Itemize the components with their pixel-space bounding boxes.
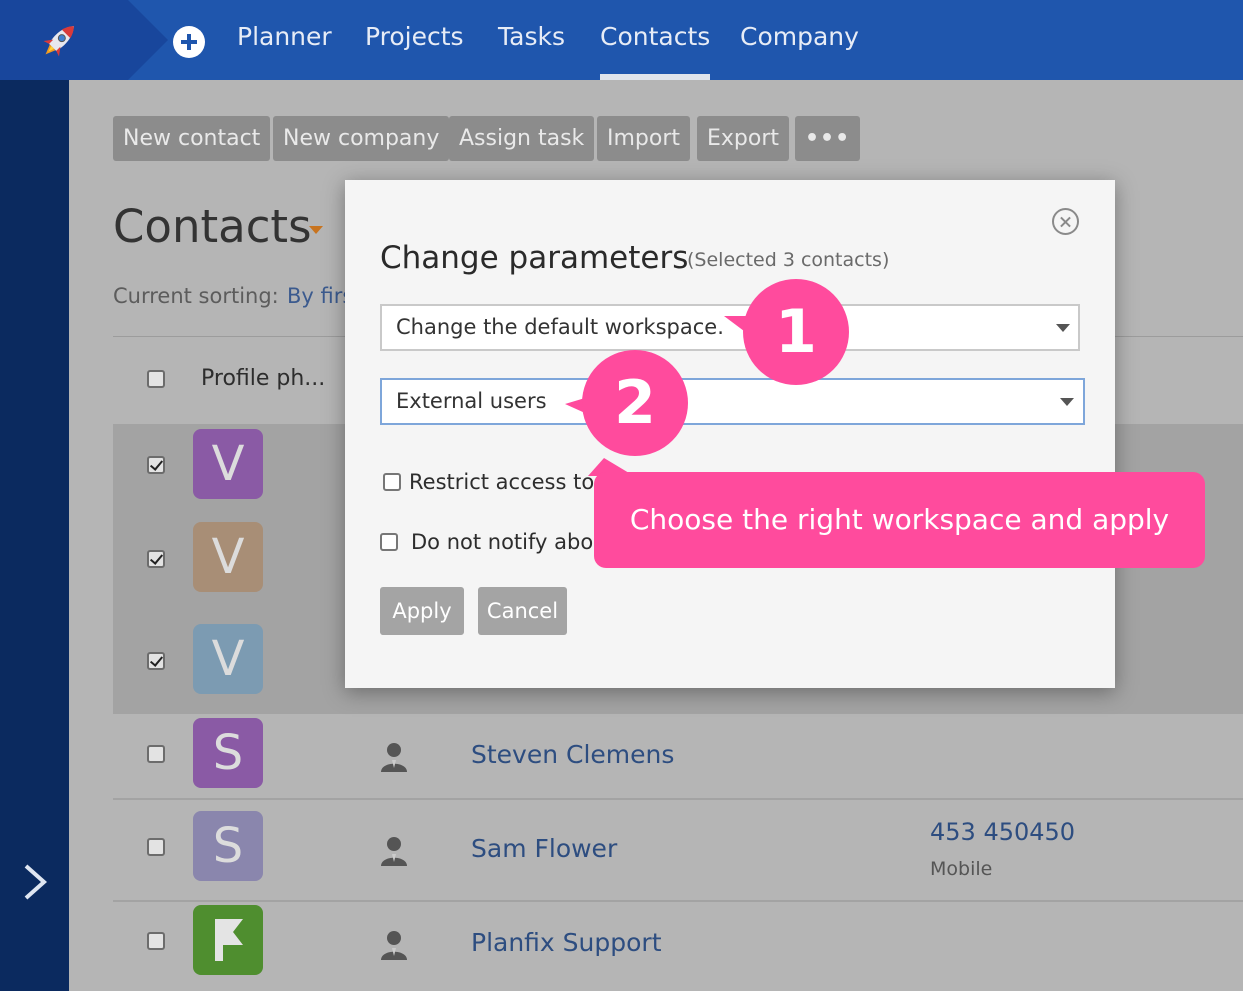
avatar: S (193, 718, 263, 788)
avatar: S (193, 811, 263, 881)
top-navigation-bar: Planner Projects Tasks Contacts Company (0, 0, 1243, 80)
nav-projects[interactable]: Projects (365, 22, 464, 62)
table-row[interactable]: S Sam Flower 453 450450 Mobile (113, 800, 1243, 902)
dialog-subtitle: (Selected 3 contacts) (687, 249, 890, 271)
dialog-title: Change parameters (380, 240, 689, 276)
cancel-button[interactable]: Cancel (478, 587, 567, 635)
change-parameters-dialog: Change parameters (Selected 3 contacts) … (345, 180, 1115, 688)
nav-contacts[interactable]: Contacts (600, 22, 711, 80)
person-icon (381, 743, 407, 772)
table-row[interactable]: S Steven Clemens (113, 714, 1243, 800)
column-header-profile-photo: Profile ph... (201, 366, 326, 391)
do-not-notify-checkbox[interactable] (380, 533, 398, 551)
row-checkbox[interactable] (147, 838, 165, 856)
chevron-down-icon (1060, 398, 1074, 406)
do-not-notify-label: Do not notify abo (411, 530, 594, 554)
workspace-select[interactable]: External users (380, 378, 1085, 425)
close-icon[interactable] (1052, 208, 1079, 235)
nav-company[interactable]: Company (740, 22, 859, 62)
logo-area[interactable] (0, 0, 128, 80)
sorting-value-link[interactable]: By firs (287, 284, 353, 308)
import-button[interactable]: Import (597, 116, 691, 161)
avatar: V (193, 624, 263, 694)
nav-tasks[interactable]: Tasks (498, 22, 565, 62)
avatar: V (193, 522, 263, 592)
restrict-access-checkbox[interactable] (383, 473, 401, 491)
contact-name-link[interactable]: Planfix Support (471, 928, 662, 957)
chevron-right-icon[interactable] (18, 862, 52, 902)
contact-phone-type: Mobile (930, 858, 993, 880)
logo-arrow-shape (128, 0, 168, 80)
rocket-icon (43, 26, 74, 57)
chevron-down-icon (1056, 324, 1070, 332)
person-icon (381, 931, 407, 960)
select-all-checkbox[interactable] (147, 370, 165, 388)
new-contact-button[interactable]: New contact (113, 116, 271, 161)
instruction-tooltip: Choose the right workspace and apply (594, 472, 1205, 568)
export-button[interactable]: Export (697, 116, 790, 161)
restrict-access-label: Restrict access to (409, 470, 595, 494)
flag-logo-icon (215, 919, 243, 961)
row-checkbox[interactable] (147, 550, 165, 568)
table-row[interactable]: Planfix Support (113, 902, 1243, 991)
contact-name-link[interactable]: Sam Flower (471, 834, 617, 863)
person-icon (381, 837, 407, 866)
step-2-badge: 2 (582, 350, 688, 456)
action-select-value: Change the default workspace. (396, 315, 724, 339)
step-1-badge: 1 (743, 279, 849, 385)
caret-down-icon[interactable] (309, 226, 323, 234)
apply-button[interactable]: Apply (380, 587, 464, 635)
row-checkbox[interactable] (147, 652, 165, 670)
contact-name-link[interactable]: Steven Clemens (471, 740, 674, 769)
avatar: V (193, 429, 263, 499)
nav-planner[interactable]: Planner (237, 22, 332, 62)
assign-task-button[interactable]: Assign task (449, 116, 595, 161)
add-plus-button[interactable] (173, 26, 205, 58)
row-checkbox[interactable] (147, 932, 165, 950)
new-company-button[interactable]: New company (273, 116, 450, 161)
row-checkbox[interactable] (147, 745, 165, 763)
workspace-select-value: External users (396, 389, 547, 413)
page-title: Contacts (113, 200, 312, 253)
sorting-label: Current sorting: (113, 284, 279, 308)
more-button[interactable]: ••• (795, 116, 861, 161)
left-sidebar (0, 80, 69, 991)
avatar (193, 905, 263, 975)
contact-phone[interactable]: 453 450450 (930, 818, 1075, 846)
row-checkbox[interactable] (147, 456, 165, 474)
